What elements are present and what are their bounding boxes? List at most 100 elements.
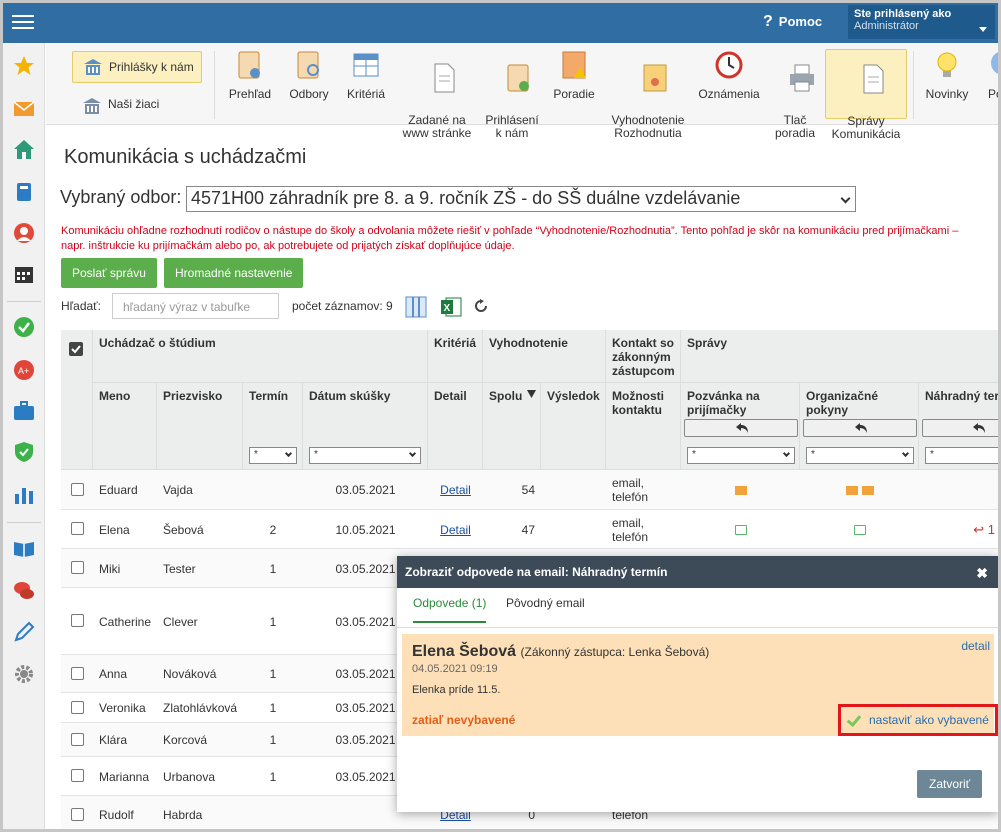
date-filter-select[interactable]: * bbox=[309, 447, 421, 464]
row-checkbox[interactable] bbox=[71, 483, 84, 496]
chevron-down-icon bbox=[782, 449, 791, 458]
toolbar-programs[interactable]: Odbory bbox=[284, 49, 334, 119]
check-circle-icon[interactable] bbox=[13, 316, 35, 338]
toolbar-more[interactable]: Po bbox=[980, 49, 998, 119]
reply-status: zatiaľ nevybavené bbox=[412, 713, 516, 727]
row-checkbox[interactable] bbox=[71, 769, 84, 782]
reply-detail-link[interactable]: detail bbox=[961, 639, 990, 653]
bulk-settings-button[interactable]: Hromadné nastavenie bbox=[164, 258, 304, 288]
ranking-warning-icon bbox=[562, 51, 586, 79]
printer-icon bbox=[789, 64, 814, 92]
toolbar-messages[interactable]: Správy Komunikácia bbox=[825, 49, 907, 141]
help-link[interactable]: ? Pomoc bbox=[763, 13, 822, 31]
column-last-name[interactable]: Priezvisko bbox=[157, 382, 243, 470]
columns-icon[interactable] bbox=[405, 296, 427, 318]
toolbar-label: Kritériá bbox=[346, 87, 385, 101]
chat-icon[interactable] bbox=[13, 580, 35, 602]
toolbar-evaluation[interactable]: Vyhodnotenie Rozhodnutia bbox=[607, 49, 689, 140]
tab-replies[interactable]: Odpovede (1) bbox=[413, 596, 487, 623]
row-checkbox[interactable] bbox=[71, 808, 84, 821]
toolbar-news[interactable]: Novinky bbox=[920, 49, 974, 119]
toolbar-notices[interactable]: Oznámenia bbox=[696, 49, 762, 119]
book-icon[interactable] bbox=[13, 181, 35, 203]
column-first-name[interactable]: Meno bbox=[93, 382, 157, 470]
reply-all-invite-button[interactable] bbox=[684, 419, 798, 437]
home-icon[interactable] bbox=[13, 139, 35, 161]
refresh-icon[interactable] bbox=[474, 299, 488, 313]
column-total[interactable]: Spolu bbox=[483, 382, 541, 470]
cell-term-text: 1 bbox=[269, 769, 277, 784]
toolbar-criteria[interactable]: Kritériá bbox=[341, 49, 391, 119]
toolbar-print[interactable]: Tlač poradia bbox=[770, 49, 820, 140]
send-message-button[interactable]: Poslať správu bbox=[61, 258, 157, 288]
mail-icon bbox=[845, 485, 858, 495]
calendar-icon[interactable] bbox=[13, 263, 35, 285]
close-icon[interactable]: ✖ bbox=[976, 565, 988, 582]
toolbar-ranking[interactable]: Poradie bbox=[549, 49, 599, 119]
mail-icon bbox=[734, 485, 747, 495]
question-icon: ? bbox=[763, 13, 773, 30]
select-all-checkbox[interactable] bbox=[69, 342, 83, 356]
open-book-icon[interactable] bbox=[13, 537, 35, 559]
document-icon bbox=[863, 64, 884, 94]
cell-alt-term[interactable]: ↩ 1 bbox=[919, 510, 998, 549]
cell-first-name-text: Marianna bbox=[99, 769, 150, 784]
applications-button[interactable]: Prihlášky k nám bbox=[72, 51, 202, 83]
reply-all-org-button[interactable] bbox=[803, 419, 917, 437]
toolbar-published[interactable]: Zadané na www stránke bbox=[399, 49, 475, 140]
gear-icon[interactable] bbox=[13, 663, 35, 685]
row-checkbox[interactable] bbox=[71, 614, 84, 627]
cell-contact: email, telefón bbox=[606, 470, 681, 510]
toolbar-label: Odbory bbox=[289, 87, 329, 101]
row-checkbox[interactable] bbox=[71, 667, 84, 680]
sender-guardian: (Zákonný zástupca: Lenka Šebová) bbox=[520, 645, 710, 659]
cell-last-name-text: Vajda bbox=[163, 483, 193, 497]
row-checkbox[interactable] bbox=[71, 561, 84, 574]
cell-invite[interactable] bbox=[681, 470, 800, 510]
tab-original-email[interactable]: Pôvodný email bbox=[506, 596, 585, 610]
cell-org[interactable] bbox=[800, 510, 919, 549]
grade-icon[interactable]: A+ bbox=[13, 359, 35, 381]
mail-open-icon bbox=[734, 524, 747, 535]
detail-link[interactable]: Detail bbox=[440, 523, 471, 537]
close-button[interactable]: Zatvoriť bbox=[917, 770, 982, 798]
bar-chart-icon[interactable] bbox=[13, 484, 35, 506]
row-checkbox[interactable] bbox=[71, 733, 84, 746]
row-checkbox[interactable] bbox=[71, 701, 84, 714]
user-icon[interactable] bbox=[13, 222, 35, 244]
reply-count: ↩ 1 bbox=[973, 521, 995, 537]
detail-link[interactable]: Detail bbox=[440, 483, 471, 497]
dialog-title: Zobraziť odpovede na email: Náhradný ter… bbox=[397, 556, 998, 588]
column-detail[interactable]: Detail bbox=[428, 382, 483, 470]
term-filter-select[interactable]: * bbox=[249, 447, 297, 464]
search-input[interactable]: hľadaný výraz v tabuľke bbox=[112, 293, 279, 319]
org-filter-select[interactable]: * bbox=[806, 447, 914, 464]
toolbar-label: Zadané na www stránke bbox=[402, 113, 472, 140]
invite-filter-select[interactable]: * bbox=[687, 447, 795, 464]
alt-filter-select[interactable]: * bbox=[925, 447, 998, 464]
user-menu[interactable]: Ste prihlásený ako Administrátor bbox=[848, 5, 995, 39]
our-students-button[interactable]: Naši žiaci bbox=[72, 91, 202, 119]
cell-last-name: Clever bbox=[157, 588, 243, 655]
toolbar-registered[interactable]: Prihlásení k nám bbox=[483, 49, 541, 140]
toolbar-overview[interactable]: Prehľad bbox=[224, 49, 276, 119]
chevron-down-icon bbox=[901, 449, 910, 458]
cell-term-text: 1 bbox=[269, 733, 277, 747]
excel-icon[interactable]: X bbox=[440, 296, 462, 318]
column-result[interactable]: Výsledok bbox=[541, 382, 606, 470]
cell-last-name: Urbanova bbox=[157, 757, 243, 796]
pen-icon[interactable] bbox=[13, 621, 35, 643]
shield-icon[interactable] bbox=[13, 441, 35, 463]
reply-all-alt-button[interactable] bbox=[922, 419, 998, 437]
row-checkbox[interactable] bbox=[71, 522, 84, 535]
mark-resolved-button[interactable]: nastaviť ako vybavené bbox=[838, 704, 998, 736]
star-icon[interactable] bbox=[13, 55, 35, 77]
cell-invite[interactable] bbox=[681, 510, 800, 549]
cell-org[interactable] bbox=[800, 470, 919, 510]
program-select[interactable]: 4571H00 záhradník pre 8. a 9. ročník ZŠ … bbox=[186, 186, 856, 212]
briefcase-icon[interactable] bbox=[13, 400, 35, 422]
svg-text:X: X bbox=[444, 303, 451, 314]
column-contact-options[interactable]: Možnosti kontaktu bbox=[606, 382, 681, 470]
mail-icon[interactable] bbox=[13, 98, 35, 120]
menu-icon[interactable] bbox=[12, 12, 34, 32]
